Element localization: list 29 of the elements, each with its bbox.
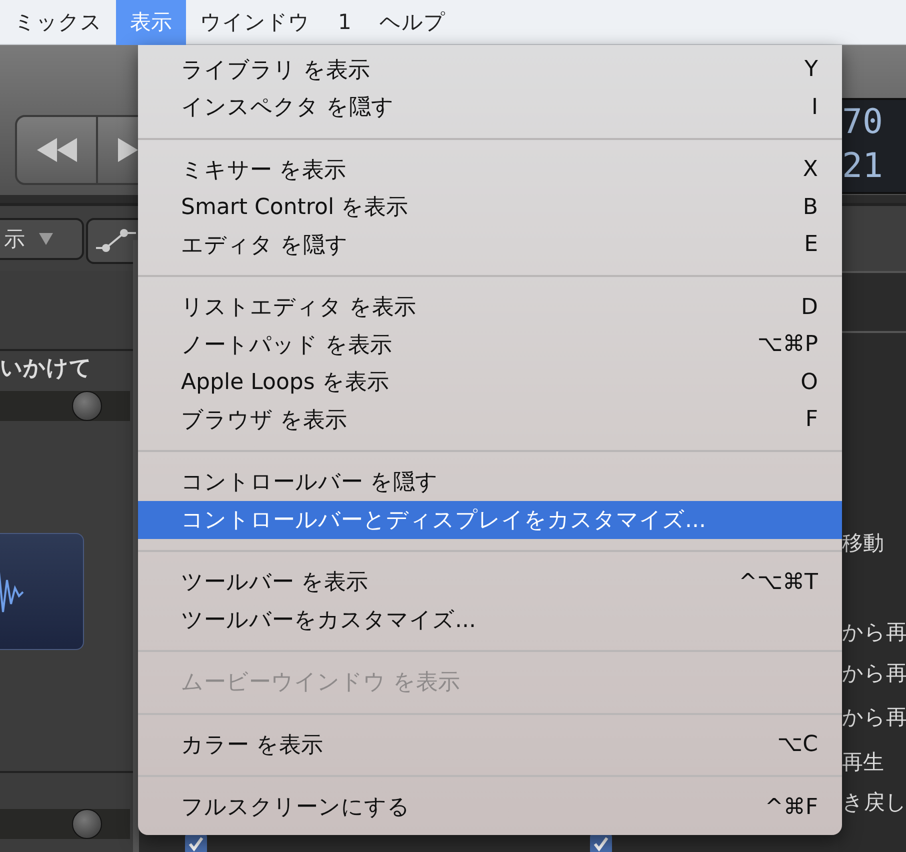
lcd-digits: 21 [841, 145, 884, 188]
menu-item[interactable]: フルスクリーンにする ^⌘F [138, 788, 842, 826]
panel-text: から再 [842, 660, 906, 687]
menu-item[interactable]: ミキサー を表示 X [138, 151, 842, 188]
menu-item[interactable]: Smart Control を表示 B [138, 188, 842, 226]
panel-text: き戻し [842, 789, 906, 816]
menubar-item[interactable]: ヘルプ [365, 0, 460, 44]
menu-item[interactable]: リストエディタ を表示 D [138, 288, 842, 326]
menu-item[interactable]: Apple Loops を表示 O [138, 364, 842, 401]
menubar-item[interactable]: ウインドウ [186, 0, 324, 44]
view-dropdown[interactable]: 示 [0, 218, 84, 260]
menubar-item[interactable]: ミックス [0, 0, 116, 44]
menu-item[interactable]: インスペクタ を隠す I [138, 88, 842, 126]
menu-item[interactable]: コントロールバーとディスプレイをカスタマイズ... [138, 501, 842, 538]
lcd-digits: 70 [841, 101, 884, 144]
panel-text: 再生 [842, 749, 884, 776]
menu-item[interactable]: ツールバーをカスタマイズ... [138, 601, 842, 638]
menu-item[interactable]: ツールバー を表示 ^⌥⌘T [138, 564, 842, 601]
menubar-item[interactable]: 1 [324, 0, 366, 44]
menu-item[interactable]: ブラウザ を表示 F [138, 401, 842, 438]
menu-item[interactable]: エディタ を隠す E [138, 226, 842, 264]
panel-text: 移動 [842, 530, 884, 557]
menu-item[interactable]: ライブラリ を表示 Y [138, 51, 842, 88]
menu-item[interactable]: カラー を表示 ⌥C [138, 726, 842, 764]
panel-text: から再 [842, 619, 906, 646]
menu-item[interactable]: コントロールバー を隠す [138, 464, 842, 501]
panel-text: から再 [842, 704, 906, 731]
menu-item[interactable]: ノートパッド を表示 ⌥⌘P [138, 326, 842, 364]
panel-label: いかけて [0, 355, 92, 383]
